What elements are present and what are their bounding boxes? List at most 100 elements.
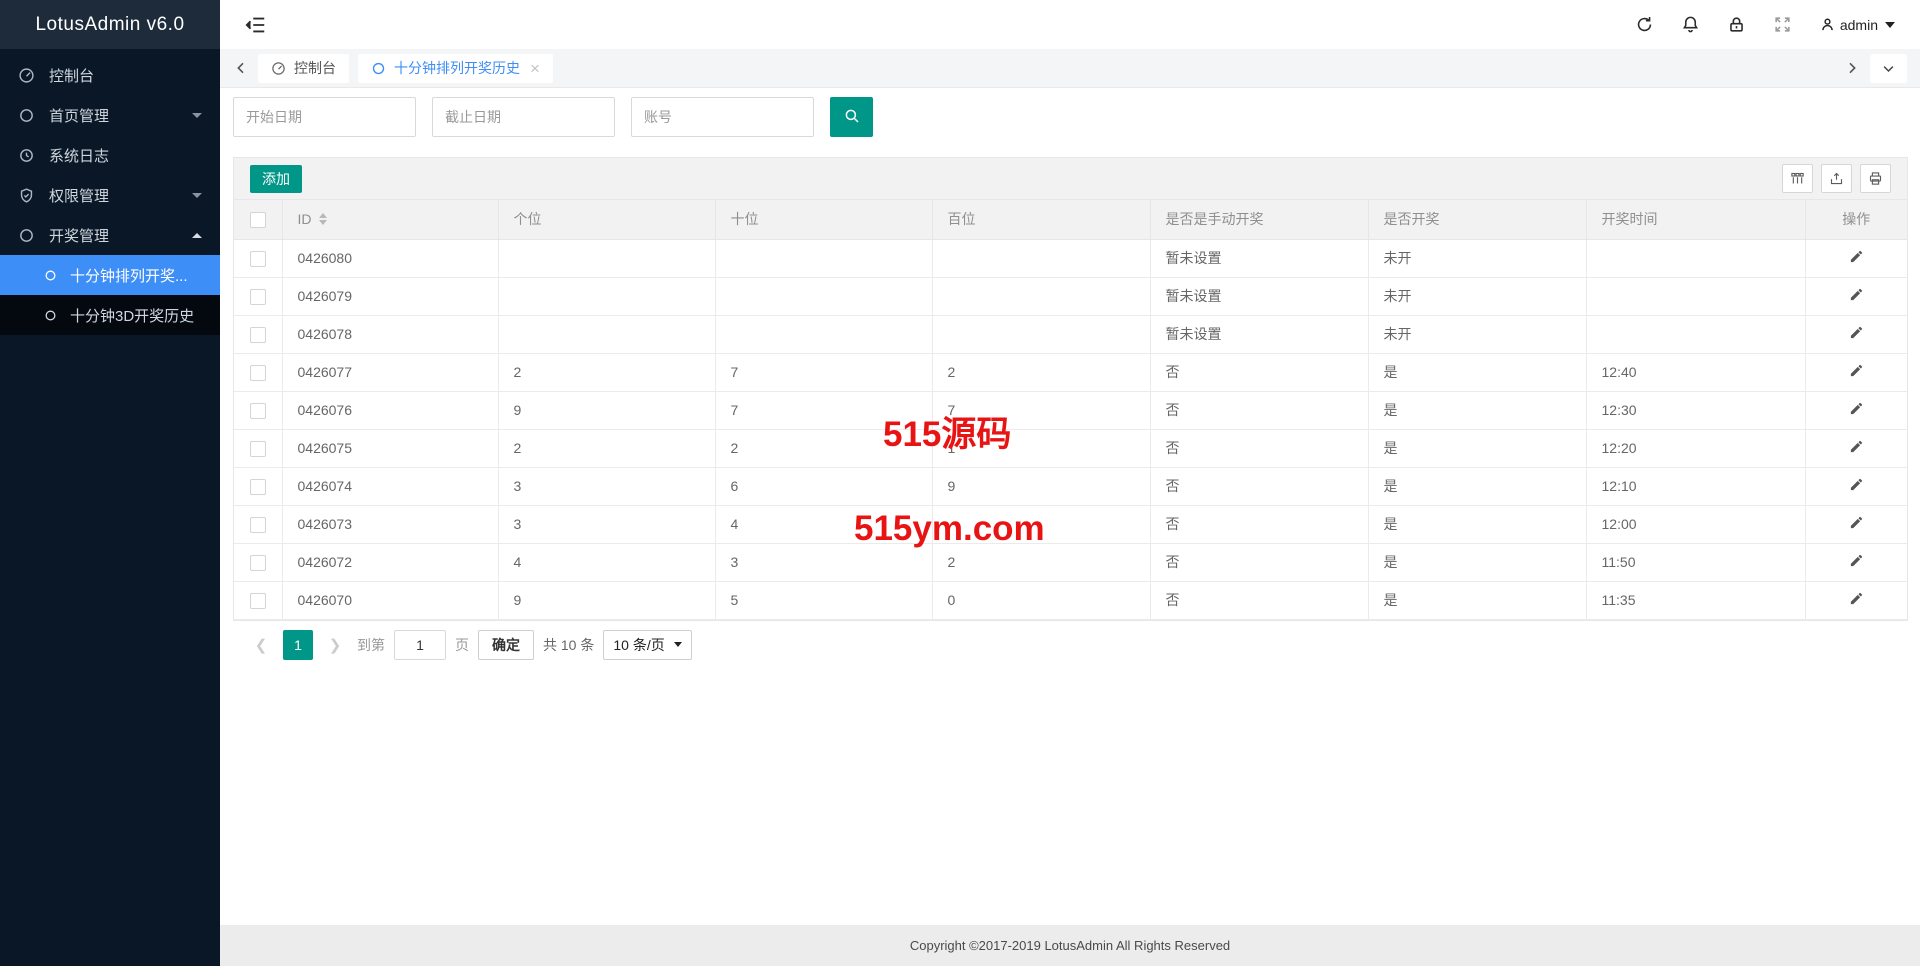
row-checkbox[interactable] <box>250 289 266 305</box>
sidebar-item-permissions[interactable]: 权限管理 <box>0 175 220 215</box>
sidebar-subitem-tenmin-3d[interactable]: 十分钟3D开奖历史 <box>0 295 220 335</box>
end-date-input[interactable] <box>432 97 615 137</box>
sidebar-item-console[interactable]: 控制台 <box>0 55 220 95</box>
refresh-icon[interactable] <box>1635 15 1654 34</box>
row-checkbox[interactable] <box>250 327 266 343</box>
tabs-scroll-left-icon[interactable] <box>233 60 249 76</box>
cell-id: 0426079 <box>282 277 498 315</box>
row-checkbox[interactable] <box>250 251 266 267</box>
row-checkbox-cell <box>234 543 282 581</box>
cell-tens: 6 <box>715 467 932 505</box>
next-page-icon[interactable]: ❯ <box>322 630 348 660</box>
tab-tenmin-pailie-history[interactable]: 十分钟排列开奖历史 × <box>358 54 553 83</box>
cell-actions <box>1805 429 1907 467</box>
row-checkbox[interactable] <box>250 479 266 495</box>
header-actions: 操作 <box>1805 200 1907 239</box>
page-size-select[interactable]: 10 条/页 <box>603 630 691 660</box>
cell-tens <box>715 277 932 315</box>
total-count: 共 10 条 <box>543 635 594 655</box>
sidebar-subitem-label: 十分钟排列开奖... <box>70 265 188 286</box>
tabbar: 控制台 十分钟排列开奖历史 × <box>220 49 1920 88</box>
cell-time: 12:30 <box>1586 391 1805 429</box>
cell-units: 9 <box>498 391 715 429</box>
cell-time: 12:20 <box>1586 429 1805 467</box>
export-icon[interactable] <box>1821 164 1852 193</box>
tab-console[interactable]: 控制台 <box>258 54 349 83</box>
edit-icon[interactable] <box>1849 553 1864 568</box>
row-checkbox[interactable] <box>250 441 266 457</box>
confirm-button[interactable]: 确定 <box>478 630 534 660</box>
table-header: ID 个位 十位 百位 是否是手动开奖 是否开奖 开奖时间 操作 <box>234 200 1907 239</box>
edit-icon[interactable] <box>1849 325 1864 340</box>
edit-icon[interactable] <box>1849 249 1864 264</box>
chevron-down-icon <box>192 193 202 198</box>
cell-tens: 7 <box>715 391 932 429</box>
edit-icon[interactable] <box>1849 287 1864 302</box>
current-page-button[interactable]: 1 <box>283 630 313 660</box>
row-checkbox-cell <box>234 581 282 619</box>
edit-icon[interactable] <box>1849 515 1864 530</box>
cell-time <box>1586 277 1805 315</box>
row-checkbox-cell <box>234 239 282 277</box>
sidebar-subitem-tenmin-pailie[interactable]: 十分钟排列开奖... <box>0 255 220 295</box>
edit-icon[interactable] <box>1849 363 1864 378</box>
table-row: 0426073 3 4 否 是 12:00 <box>234 505 1907 543</box>
add-button[interactable]: 添加 <box>250 165 302 193</box>
cell-units: 2 <box>498 429 715 467</box>
row-checkbox[interactable] <box>250 555 266 571</box>
edit-icon[interactable] <box>1849 401 1864 416</box>
cell-opened: 是 <box>1368 505 1586 543</box>
account-input[interactable] <box>631 97 814 137</box>
sidebar-item-label: 开奖管理 <box>49 225 109 246</box>
header-tens: 十位 <box>715 200 932 239</box>
table-row: 0426074 3 6 9 否 是 12:10 <box>234 467 1907 505</box>
cell-units: 3 <box>498 467 715 505</box>
sidebar-submenu: 十分钟排列开奖... 十分钟3D开奖历史 <box>0 255 220 335</box>
table-row: 0426070 9 5 0 否 是 11:35 <box>234 581 1907 619</box>
sidebar-item-label: 控制台 <box>49 65 94 86</box>
cell-tens <box>715 315 932 353</box>
sidebar-item-system-logs[interactable]: 系统日志 <box>0 135 220 175</box>
collapse-sidebar-icon[interactable] <box>245 14 267 36</box>
fullscreen-icon[interactable] <box>1773 15 1792 34</box>
cell-units: 3 <box>498 505 715 543</box>
cell-id: 0426076 <box>282 391 498 429</box>
topbar: admin <box>220 0 1920 49</box>
print-icon[interactable] <box>1860 164 1891 193</box>
cell-id: 0426080 <box>282 239 498 277</box>
cell-hundreds: 1 <box>932 429 1150 467</box>
select-all-checkbox[interactable] <box>250 212 266 228</box>
edit-icon[interactable] <box>1849 591 1864 606</box>
lock-icon[interactable] <box>1727 15 1746 34</box>
prev-page-icon[interactable]: ❮ <box>248 630 274 660</box>
cell-tens: 7 <box>715 353 932 391</box>
tabs-dropdown-button[interactable] <box>1870 54 1907 83</box>
start-date-input[interactable] <box>233 97 416 137</box>
edit-icon[interactable] <box>1849 439 1864 454</box>
cell-opened: 是 <box>1368 353 1586 391</box>
row-checkbox[interactable] <box>250 403 266 419</box>
table-row: 0426075 2 2 1 否 是 12:20 <box>234 429 1907 467</box>
row-checkbox[interactable] <box>250 517 266 533</box>
row-checkbox-cell <box>234 429 282 467</box>
cell-id: 0426070 <box>282 581 498 619</box>
goto-label: 到第 <box>357 635 385 655</box>
tabs-scroll-right-icon[interactable] <box>1844 60 1860 76</box>
search-button[interactable] <box>830 97 873 137</box>
tab-close-icon[interactable]: × <box>530 60 540 77</box>
goto-page-input[interactable] <box>394 630 446 660</box>
bell-icon[interactable] <box>1681 15 1700 34</box>
row-checkbox[interactable] <box>250 365 266 381</box>
columns-icon[interactable] <box>1782 164 1813 193</box>
edit-icon[interactable] <box>1849 477 1864 492</box>
header-manual-draw: 是否是手动开奖 <box>1150 200 1368 239</box>
tab-label: 十分钟排列开奖历史 <box>394 58 520 78</box>
sidebar-item-home-mgmt[interactable]: 首页管理 <box>0 95 220 135</box>
sort-icon[interactable] <box>319 213 327 225</box>
pagination: ❮ 1 ❯ 到第 页 确定 共 10 条 10 条/页 <box>233 621 1908 660</box>
sidebar-item-draw-mgmt[interactable]: 开奖管理 <box>0 215 220 255</box>
table-row: 0426078 暂未设置 未开 <box>234 315 1907 353</box>
table-body: 0426080 暂未设置 未开 0426079 暂未设置 未开 0426078 … <box>234 239 1907 619</box>
user-menu[interactable]: admin <box>1819 16 1895 33</box>
row-checkbox[interactable] <box>250 593 266 609</box>
